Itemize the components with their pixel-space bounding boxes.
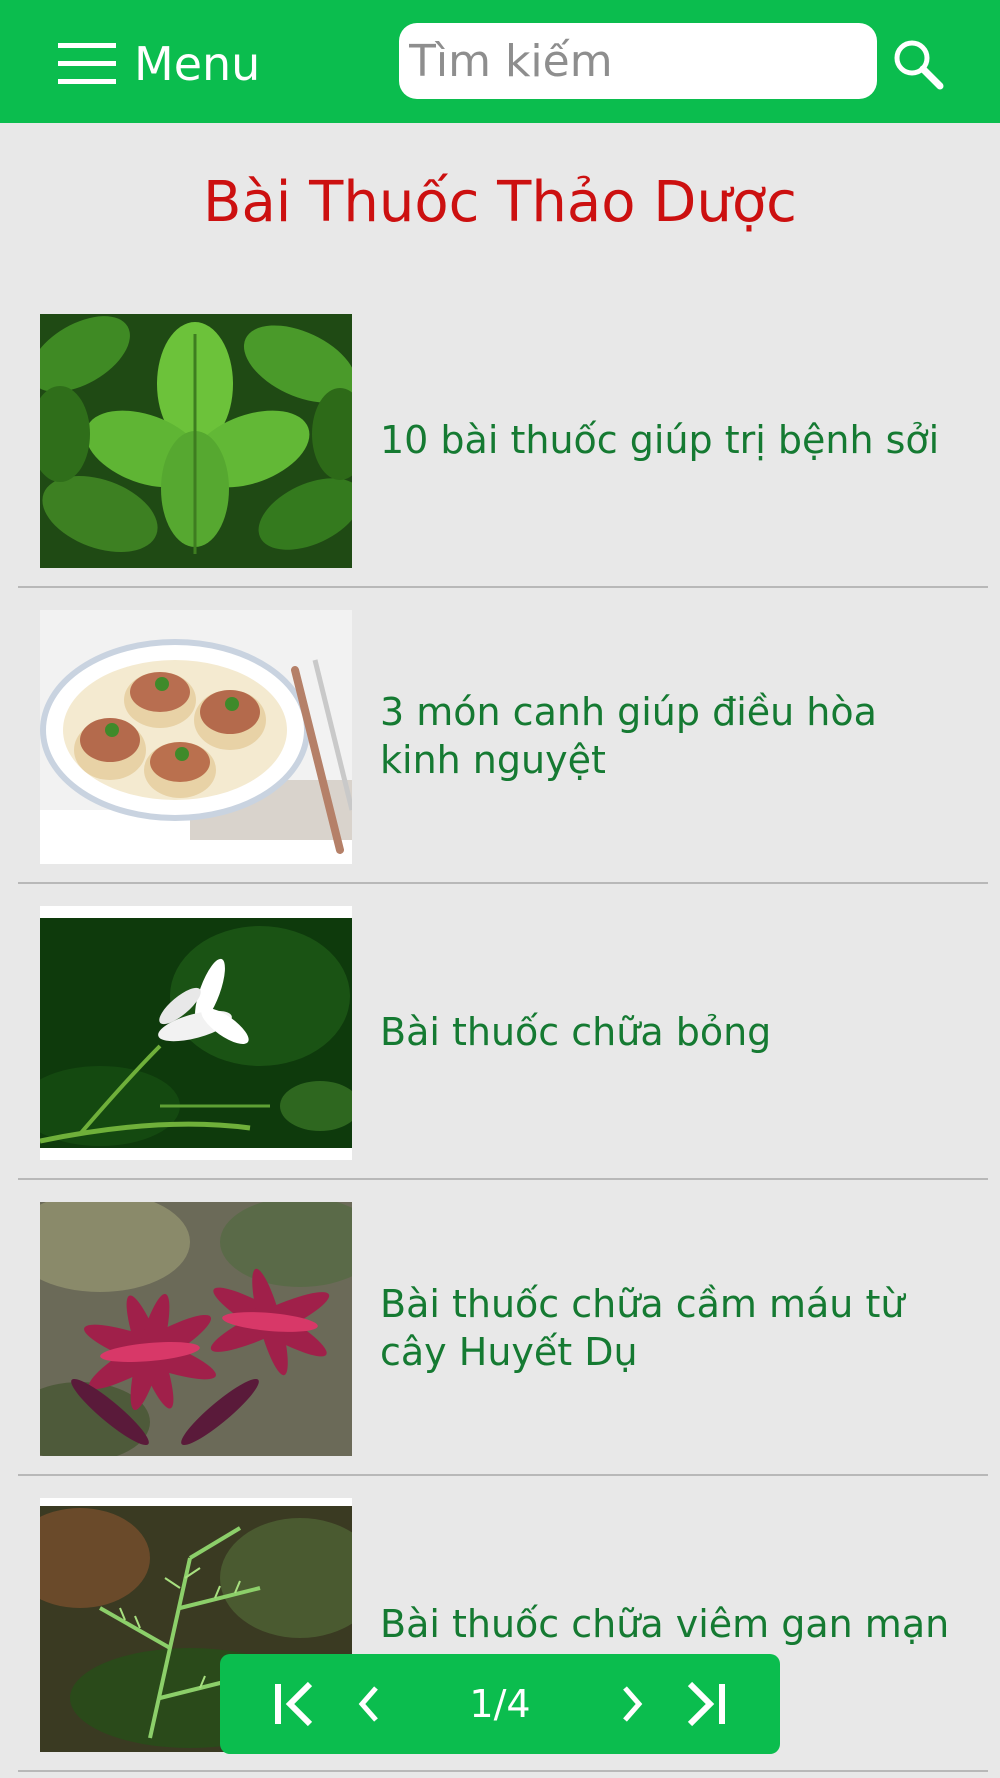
last-page-icon: [682, 1676, 730, 1732]
next-page-icon: [615, 1676, 651, 1732]
prev-page-icon: [350, 1676, 386, 1732]
article-title[interactable]: Bài thuốc chữa bỏng: [380, 884, 958, 1180]
article-thumbnail: [40, 610, 352, 864]
menu-button[interactable]: Menu: [58, 36, 260, 92]
list-item[interactable]: 10 bài thuốc giúp trị bệnh sởi: [18, 292, 988, 588]
white-flower-image: [40, 906, 352, 1160]
article-thumbnail: [40, 1202, 352, 1456]
article-thumbnail: [40, 906, 352, 1160]
article-list: 10 bài thuốc giúp trị bệnh sởi 3 món can…: [18, 292, 988, 1772]
list-item[interactable]: 3 món canh giúp điều hòa kinh nguyệt: [18, 588, 988, 884]
list-item[interactable]: Bài thuốc chữa cầm máu từ cây Huyết Dụ: [18, 1180, 988, 1476]
article-title[interactable]: 10 bài thuốc giúp trị bệnh sởi: [380, 292, 958, 588]
prev-page-button[interactable]: [350, 1676, 386, 1732]
list-item[interactable]: Bài thuốc chữa bỏng: [18, 884, 988, 1180]
first-page-button[interactable]: [270, 1676, 318, 1732]
menu-label: Menu: [134, 37, 261, 91]
last-page-button[interactable]: [682, 1676, 730, 1732]
hamburger-icon: [58, 43, 116, 85]
search-input[interactable]: [399, 23, 877, 99]
article-title[interactable]: 3 món canh giúp điều hòa kinh nguyệt: [380, 588, 958, 884]
page-title: Bài Thuốc Thảo Dược: [203, 170, 797, 235]
top-bar: Menu: [0, 0, 1000, 123]
first-page-icon: [270, 1676, 318, 1732]
mint-leaves-image: [40, 314, 352, 568]
red-cordyline-image: [40, 1202, 352, 1456]
search-icon: [888, 40, 948, 98]
article-title[interactable]: Bài thuốc chữa cầm máu từ cây Huyết Dụ: [380, 1180, 958, 1476]
pagination-bar: 1/4: [220, 1654, 780, 1754]
search-button[interactable]: [888, 34, 948, 94]
article-thumbnail: [40, 314, 352, 568]
search-box: [399, 23, 877, 99]
page-indicator: 1/4: [469, 1682, 531, 1726]
stuffed-dish-image: [40, 610, 352, 864]
next-page-button[interactable]: [615, 1676, 651, 1732]
